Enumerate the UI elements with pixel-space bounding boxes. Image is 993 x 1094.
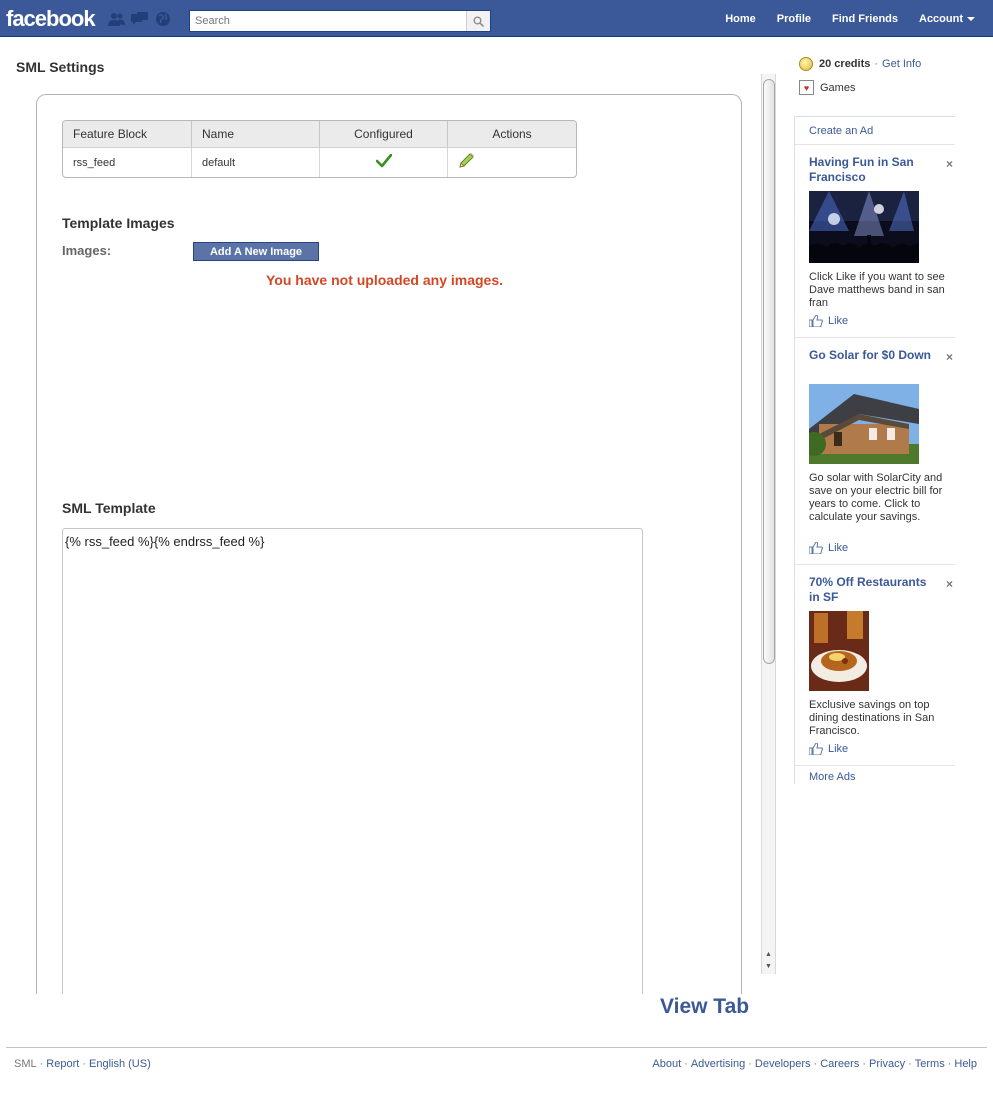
thumbs-up-icon [809, 743, 823, 755]
games-cards-icon: ♥ [799, 80, 814, 95]
ad-body: Click Like if you want to see Dave matth… [809, 271, 945, 309]
notifications-globe-icon[interactable] [154, 11, 171, 27]
footer: SML · Report · English (US) About · Advertisin… [6, 1047, 987, 1070]
feature-block-table: Feature Block Name Configured Actions rs… [62, 120, 577, 178]
thumbs-up-icon [809, 542, 823, 554]
ads-column: Create an Ad Having Fun in San Francisco… [794, 116, 955, 784]
messages-icon[interactable] [131, 11, 148, 27]
ad-body: Go solar with SolarCity and save on your… [809, 472, 943, 523]
like-label: Like [828, 315, 849, 327]
sml-template-textarea[interactable]: {% rss_feed %}{% endrss_feed %} [62, 528, 643, 994]
cell-actions [448, 148, 576, 177]
footer-left: SML · Report · English (US) [14, 1058, 151, 1070]
template-images-heading: Template Images [62, 215, 175, 231]
footer-help-link[interactable]: Help [954, 1058, 977, 1070]
top-bar: facebook Home Profile Find Friends Accou… [0, 0, 993, 37]
credits-coin-icon [799, 57, 813, 71]
footer-report-link[interactable]: Report [46, 1058, 79, 1070]
nav-find-friends-link[interactable]: Find Friends [832, 13, 898, 25]
separator-dot: · [39, 1058, 44, 1070]
footer-about-link[interactable]: About [652, 1058, 681, 1070]
close-icon[interactable]: × [946, 577, 953, 591]
page-title: SML Settings [16, 59, 105, 75]
footer-language-link[interactable]: English (US) [89, 1058, 151, 1070]
scroll-up-arrow-icon[interactable]: ▲ [762, 948, 775, 960]
column-header-actions: Actions [448, 121, 576, 148]
chevron-down-icon [967, 16, 975, 21]
column-header-configured: Configured [320, 121, 448, 148]
games-row[interactable]: ♥ Games [799, 80, 855, 95]
ad-unit: Having Fun in San Francisco × Click Like… [795, 144, 955, 337]
separator-dot: · [908, 1058, 912, 1070]
ad-image-food[interactable] [809, 611, 869, 691]
separator-dot: · [947, 1058, 952, 1070]
like-button[interactable]: Like [809, 315, 848, 327]
separator-dot: · [748, 1058, 752, 1070]
search-input[interactable] [190, 11, 466, 31]
ad-title[interactable]: 70% Off Restaurants in SF [809, 575, 934, 605]
ad-title[interactable]: Go Solar for $0 Down [809, 348, 934, 363]
footer-privacy-link[interactable]: Privacy [869, 1058, 905, 1070]
top-nav: Home Profile Find Friends Account [704, 0, 975, 37]
column-header-name: Name [192, 121, 320, 148]
cell-feature-block: rss_feed [63, 148, 192, 177]
close-icon[interactable]: × [946, 350, 953, 364]
close-icon[interactable]: × [946, 157, 953, 171]
ad-unit: 70% Off Restaurants in SF × Exclusive sa… [795, 564, 955, 765]
credits-amount: 20 credits [819, 58, 871, 70]
ad-unit: Go Solar for $0 Down × Go solar with Sol… [795, 337, 955, 564]
get-info-link[interactable]: Get Info [882, 58, 921, 70]
separator-dot: · [82, 1058, 86, 1070]
ad-title[interactable]: Having Fun in San Francisco [809, 155, 934, 185]
more-ads-link[interactable]: More Ads [809, 771, 855, 783]
footer-right: About · Advertising · Developers · Careers · Pri… [652, 1058, 977, 1070]
sml-template-heading: SML Template [62, 500, 156, 516]
nav-account-menu[interactable]: Account [919, 13, 975, 25]
view-tab-link[interactable]: View Tab [660, 995, 749, 1019]
scroll-down-arrow-icon[interactable]: ▼ [762, 960, 775, 972]
vertical-scrollbar[interactable]: ▲ ▼ [761, 74, 776, 974]
nav-home-link[interactable]: Home [725, 13, 756, 25]
credits-row: 20 credits · Get Info [799, 57, 921, 71]
table-row: rss_feed default [63, 148, 576, 177]
create-ad-link[interactable]: Create an Ad [809, 125, 873, 137]
jewel-icons [108, 11, 171, 27]
separator-dot: · [813, 1058, 818, 1070]
search-icon[interactable] [466, 11, 490, 31]
checkmark-icon [375, 153, 392, 168]
games-label: Games [820, 81, 856, 94]
thumbs-up-icon [809, 315, 823, 327]
footer-advertising-link[interactable]: Advertising [691, 1058, 745, 1070]
ad-body: Exclusive savings on top dining destinat… [809, 699, 935, 737]
table-header-row: Feature Block Name Configured Actions [63, 121, 576, 148]
facebook-logo[interactable]: facebook [6, 6, 96, 32]
column-header-feature-block: Feature Block [63, 121, 192, 148]
footer-careers-link[interactable]: Careers [820, 1058, 859, 1070]
search-box [189, 10, 491, 32]
like-button[interactable]: Like [809, 542, 848, 554]
ad-image-concert[interactable] [809, 191, 919, 263]
footer-developers-link[interactable]: Developers [755, 1058, 811, 1070]
ad-image-house[interactable] [809, 384, 919, 464]
like-button[interactable]: Like [809, 743, 848, 755]
like-label: Like [828, 743, 849, 755]
nav-account-label: Account [919, 12, 963, 25]
separator-dot: · [862, 1058, 867, 1070]
add-new-image-button[interactable]: Add A New Image [193, 242, 319, 261]
like-label: Like [828, 542, 849, 554]
cell-name: default [192, 148, 320, 177]
images-label: Images: [62, 243, 112, 258]
pencil-icon[interactable] [458, 153, 475, 169]
scrollbar-thumb[interactable] [763, 79, 775, 664]
footer-app-name: SML [14, 1058, 37, 1070]
separator-dot: · [874, 58, 879, 70]
footer-terms-link[interactable]: Terms [915, 1058, 945, 1070]
separator-dot: · [684, 1058, 688, 1070]
cell-configured [320, 148, 448, 177]
friend-requests-icon[interactable] [108, 11, 125, 27]
ads-divider [795, 765, 955, 766]
nav-profile-link[interactable]: Profile [777, 13, 811, 25]
no-images-message: You have not uploaded any images. [266, 272, 504, 288]
